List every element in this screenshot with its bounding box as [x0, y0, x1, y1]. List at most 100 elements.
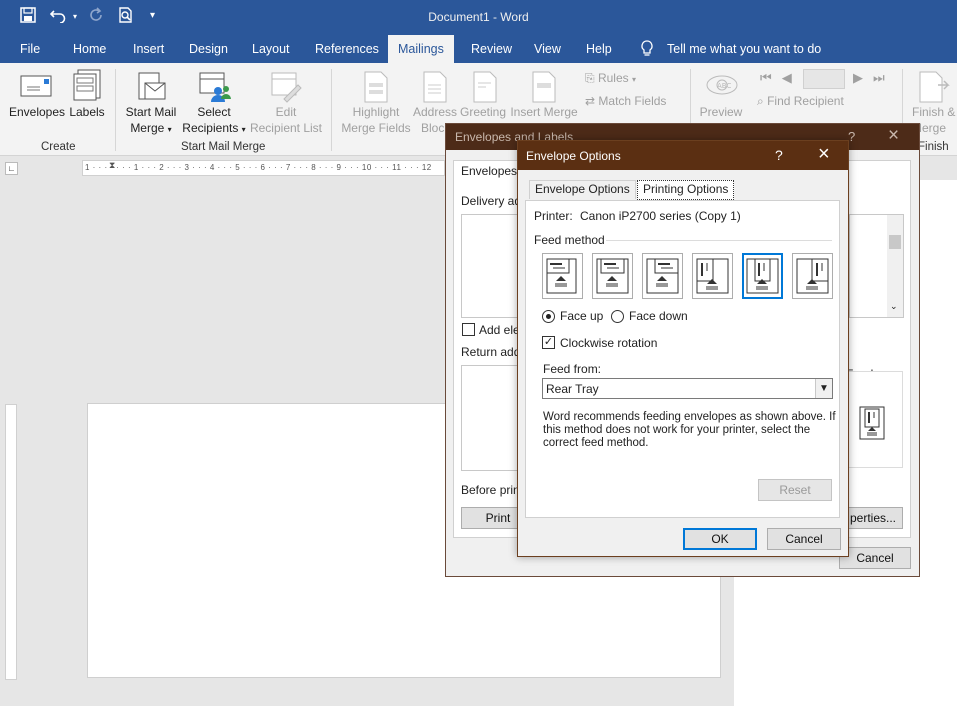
return-address-label: Return add [461, 345, 521, 359]
before-printing-label: Before prin [461, 483, 520, 497]
chevron-down-icon: ▾ [631, 75, 636, 84]
scrollbar-thumb[interactable] [889, 235, 901, 249]
scroll-down-icon[interactable]: ⌄ [890, 301, 898, 312]
close-icon[interactable]: × [888, 125, 899, 147]
insert-merge-field-icon [531, 71, 557, 106]
tab-mailings[interactable]: Mailings [388, 35, 454, 63]
match-fields-button: ⇄ Match Fields [585, 94, 666, 108]
greeting-line-icon [472, 71, 498, 106]
help-icon[interactable]: ? [775, 147, 783, 163]
face-down-radio[interactable] [611, 310, 624, 323]
feed-option-vertical-right[interactable] [792, 253, 833, 299]
start-mail-merge-button[interactable]: Start Mail Merge ▾ [120, 104, 182, 138]
ok-button[interactable]: OK [683, 528, 757, 550]
envelope-options-dialog: Envelope Options ? × Envelope Options Pr… [517, 140, 849, 557]
face-up-radio[interactable] [542, 310, 555, 323]
chevron-down-icon: ▾ [241, 125, 246, 134]
clockwise-rotation-checkbox[interactable]: ✓ [542, 336, 555, 349]
find-recipient-button: ⌕ Find Recipient [757, 94, 844, 109]
printer-label: Printer: [534, 209, 573, 223]
feed-from-select[interactable]: Rear Tray ▼ [542, 378, 833, 399]
feed-vertical-left-icon [696, 258, 729, 294]
find-recipient-label: Find Recipient [767, 94, 844, 108]
chevron-down-icon: ▾ [167, 125, 172, 134]
help-icon[interactable]: ? [848, 129, 855, 144]
tab-references[interactable]: References [315, 42, 379, 56]
tab-printing-options[interactable]: Printing Options [637, 180, 735, 200]
tab-help[interactable]: Help [586, 42, 612, 56]
tab-envelopes[interactable]: Envelopes [461, 164, 517, 178]
indent-marker-icon[interactable]: ⧗ [109, 161, 115, 171]
scrollbar[interactable]: ⌄ [887, 215, 903, 317]
feed-horizontal-left-icon [546, 258, 577, 294]
match-fields-icon: ⇄ [585, 94, 596, 108]
tab-view[interactable]: View [534, 42, 561, 56]
envelope-icon [20, 73, 52, 102]
tab-selector[interactable]: ∟ [5, 162, 18, 175]
tab-layout[interactable]: Layout [252, 42, 290, 56]
start-mail-merge-group-label: Start Mail Merge [181, 141, 266, 153]
start-mail-merge-line1: Start Mail [125, 105, 177, 119]
greeting-line-button: Greeting [459, 105, 507, 119]
tell-me-search[interactable]: Tell me what you want to do [667, 42, 821, 56]
previous-record-icon: ◀ [781, 70, 802, 85]
envelopes-button[interactable]: Envelopes [8, 104, 66, 120]
feed-recommendation-note: Word recommends feeding envelopes as sho… [543, 411, 836, 449]
feed-option-horizontal-right[interactable] [642, 253, 683, 299]
feed-option-vertical-center[interactable] [742, 253, 783, 299]
feed-from-label: Feed from: [543, 362, 602, 376]
lightbulb-icon [640, 40, 654, 60]
feed-from-value: Rear Tray [546, 382, 599, 396]
vertical-ruler[interactable] [5, 404, 17, 680]
highlight-line2: Merge Fields [341, 121, 411, 135]
tab-home[interactable]: Home [73, 42, 106, 56]
delivery-address-field-right[interactable]: ⌄ [849, 214, 904, 318]
feed-vertical-right-icon [796, 258, 829, 294]
select-recipients-line2: Recipients [182, 121, 239, 135]
record-navigation-next: ▶⏭ [853, 70, 895, 86]
return-address-field[interactable] [461, 365, 521, 471]
title-bar: ▾ ▾ Document1 - Word [0, 0, 957, 35]
feed-option-vertical-left[interactable] [692, 253, 733, 299]
insert-merge-field-button: Insert Merge [510, 105, 578, 119]
feed-vertical-center-icon [746, 258, 779, 294]
highlight-merge-fields-icon [363, 71, 389, 106]
highlight-merge-fields-button: Highlight Merge Fields [338, 104, 414, 136]
first-record-icon: ⏮ [760, 70, 782, 85]
printing-options-panel: Printer: Canon iP2700 series (Copy 1) Fe… [525, 200, 840, 518]
feed-option-horizontal-left[interactable] [542, 253, 583, 299]
tab-review[interactable]: Review [471, 42, 512, 56]
envelopes-cancel-button[interactable]: Cancel [839, 547, 911, 569]
tab-file[interactable]: File [20, 42, 40, 56]
delivery-address-field[interactable] [461, 214, 521, 318]
select-recipients-button[interactable]: Select Recipients ▾ [180, 104, 248, 138]
edit-recipient-list-icon [270, 71, 302, 106]
address-line1: Address [412, 105, 458, 119]
tab-envelope-options[interactable]: Envelope Options [529, 180, 636, 199]
select-recipients-line1: Select [197, 105, 231, 119]
tab-insert[interactable]: Insert [133, 42, 164, 56]
finish-merge-icon [918, 71, 952, 106]
svg-text:ABC: ABC [717, 82, 731, 90]
cancel-button[interactable]: Cancel [767, 528, 841, 550]
clockwise-rotation-label[interactable]: Clockwise rotation [560, 336, 657, 350]
face-down-label[interactable]: Face down [629, 309, 688, 323]
close-icon[interactable]: × [818, 143, 830, 166]
record-navigation: ⏮◀ [760, 70, 802, 86]
chevron-down-icon[interactable]: ▼ [815, 379, 832, 398]
tab-design[interactable]: Design [189, 42, 228, 56]
next-record-icon: ▶ [853, 70, 873, 85]
add-electronic-postage-checkbox[interactable] [462, 323, 475, 336]
delivery-address-label: Delivery ad [461, 194, 522, 208]
rules-icon: ⎘ [585, 71, 595, 85]
face-up-label[interactable]: Face up [560, 309, 603, 323]
preview-results-button: Preview [699, 105, 743, 119]
horizontal-ruler[interactable]: 1 · · · · · · · 1 · · · 2 · · · 3 · · · … [82, 160, 445, 176]
feed-preview-box[interactable] [846, 371, 903, 468]
labels-button[interactable]: Labels [66, 104, 108, 120]
match-fields-label: Match Fields [598, 94, 667, 108]
start-mail-merge-icon [135, 71, 167, 106]
address-block-icon [422, 71, 448, 106]
feed-option-horizontal-center[interactable] [592, 253, 633, 299]
find-recipient-icon: ⌕ [757, 94, 764, 108]
